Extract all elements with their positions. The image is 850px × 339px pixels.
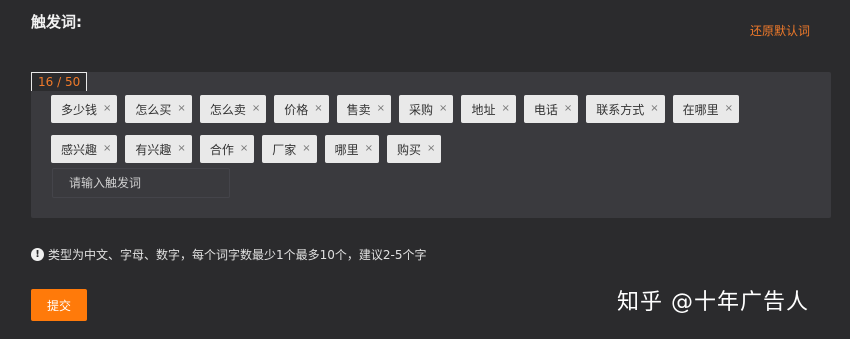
tag-label: 售卖 (346, 102, 371, 117)
tag-chip[interactable]: 电话 × (523, 95, 579, 123)
close-icon[interactable]: × (439, 104, 447, 114)
tag-label: 哪里 (334, 142, 359, 157)
close-icon[interactable]: × (377, 104, 385, 114)
tag-chip[interactable]: 在哪里 × (672, 95, 740, 123)
tag-label: 采购 (409, 102, 434, 117)
tag-label: 怎么买 (135, 102, 172, 117)
tag-label: 地址 (471, 102, 496, 117)
tag-label: 感兴趣 (61, 142, 98, 157)
tag-chip[interactable]: 厂家 × (262, 135, 317, 163)
tag-panel: 多少钱 × 怎么买 × 怎么卖 × 价格 × 售卖 × 采购 × 地址 × 电话 × 联系方式 × 在哪里 × 感兴趣 ×… (31, 72, 831, 218)
close-icon[interactable]: × (103, 104, 111, 114)
tag-chip[interactable]: 多少钱 × (51, 95, 118, 123)
tag-chip[interactable]: 哪里 × (324, 135, 380, 163)
close-icon[interactable]: × (177, 104, 185, 114)
close-icon[interactable]: × (427, 144, 435, 154)
tag-chip[interactable]: 地址 × (461, 95, 516, 123)
tag-label: 联系方式 (596, 102, 645, 117)
tag-label: 电话 (533, 102, 558, 117)
tag-chip[interactable]: 有兴趣 × (125, 135, 192, 163)
tag-label: 合作 (209, 142, 234, 157)
close-icon[interactable]: × (302, 144, 310, 154)
tag-chip[interactable]: 合作 × (199, 135, 255, 163)
tag-chip[interactable]: 感兴趣 × (51, 135, 118, 163)
tag-label: 购买 (397, 142, 422, 157)
trigger-word-input[interactable] (52, 168, 230, 198)
close-icon[interactable]: × (564, 104, 572, 114)
tag-label: 多少钱 (61, 102, 98, 117)
close-icon[interactable]: × (650, 104, 658, 114)
hint-text: 类型为中文、字母、数字，每个词字数最少1个最多10个，建议2-5个字 (48, 248, 427, 262)
tag-label: 怎么卖 (209, 102, 246, 117)
close-icon[interactable]: × (314, 104, 322, 114)
tag-chip[interactable]: 怎么卖 × (199, 95, 267, 123)
tag-label: 厂家 (272, 142, 297, 157)
close-icon[interactable]: × (240, 144, 248, 154)
close-icon[interactable]: × (177, 144, 185, 154)
tag-label: 有兴趣 (135, 142, 172, 157)
tag-chip[interactable]: 售卖 × (336, 95, 392, 123)
tag-label: 价格 (284, 102, 309, 117)
hint: ! 类型为中文、字母、数字，每个词字数最少1个最多10个，建议2-5个字 (31, 246, 427, 263)
submit-button[interactable]: 提交 (31, 289, 87, 321)
close-icon[interactable]: × (725, 104, 733, 114)
close-icon[interactable]: × (252, 104, 260, 114)
tag-chip[interactable]: 价格 × (274, 95, 329, 123)
trigger-words-title: 触发词: (31, 13, 82, 31)
tag-label: 在哪里 (682, 102, 719, 117)
info-icon: ! (31, 248, 44, 261)
tag-list: 多少钱 × 怎么买 × 怎么卖 × 价格 × 售卖 × 采购 × 地址 × 电话 × 联系方式 × 在哪里 × 感兴趣 ×… (51, 95, 811, 163)
close-icon[interactable]: × (103, 144, 111, 154)
watermark: 知乎 @十年广告人 (617, 290, 809, 315)
close-icon[interactable]: × (365, 144, 373, 154)
tag-counter: 16 / 50 (31, 72, 88, 91)
tag-chip[interactable]: 购买 × (387, 135, 442, 163)
tag-chip[interactable]: 联系方式 × (586, 95, 665, 123)
restore-default-words-link[interactable]: 还原默认词 (750, 22, 810, 39)
tag-chip[interactable]: 采购 × (399, 95, 454, 123)
close-icon[interactable]: × (501, 104, 509, 114)
tag-chip[interactable]: 怎么买 × (125, 95, 192, 123)
